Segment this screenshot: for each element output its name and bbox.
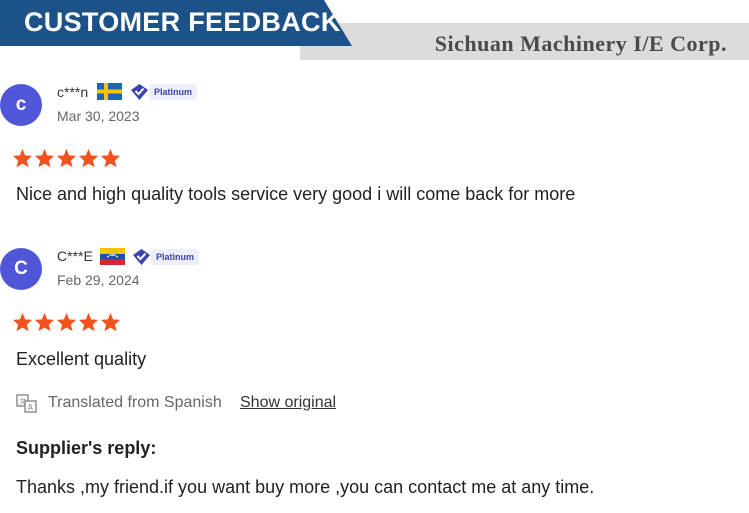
svg-text:文: 文 xyxy=(19,397,26,406)
banner-title: CUSTOMER FEEDBACK xyxy=(24,7,341,37)
star-icon xyxy=(56,312,77,332)
diamond-check-icon xyxy=(133,249,150,265)
star-icon xyxy=(12,148,33,168)
show-original-link[interactable]: Show original xyxy=(240,394,336,412)
review-text: Excellent quality xyxy=(16,349,147,369)
venezuela-flag-icon xyxy=(100,248,125,265)
star-icon xyxy=(100,148,121,168)
star-icon xyxy=(12,312,33,332)
avatar: c xyxy=(0,84,42,126)
reviewer-name: c***n xyxy=(57,84,89,100)
star-rating xyxy=(12,148,122,168)
translation-note: Translated from Spanish xyxy=(48,394,222,411)
svg-text:A: A xyxy=(28,403,34,412)
star-rating xyxy=(12,312,122,332)
avatar: C xyxy=(0,248,42,290)
feedback-banner: CUSTOMER FEEDBACK xyxy=(0,0,352,46)
company-name: Sichuan Machinery I/E Corp. xyxy=(434,31,727,56)
reviewer-name: C***E xyxy=(57,248,93,264)
sweden-flag-icon xyxy=(97,83,122,100)
supplier-reply-text: Thanks ,my friend.if you want buy more ,… xyxy=(16,477,595,497)
translate-icon: 文 A xyxy=(16,394,37,413)
star-icon xyxy=(78,148,99,168)
review-text: Nice and high quality tools service very… xyxy=(16,184,576,204)
star-icon xyxy=(56,148,77,168)
star-icon xyxy=(100,312,121,332)
badge-label: Platinum xyxy=(149,84,198,100)
star-icon xyxy=(34,148,55,168)
badge-label: Platinum xyxy=(151,249,200,265)
star-icon xyxy=(34,312,55,332)
supplier-reply-title: Supplier's reply: xyxy=(16,438,157,458)
star-icon xyxy=(78,312,99,332)
diamond-check-icon xyxy=(131,84,148,100)
review-date: Feb 29, 2024 xyxy=(57,272,140,288)
review-date: Mar 30, 2023 xyxy=(57,108,140,124)
